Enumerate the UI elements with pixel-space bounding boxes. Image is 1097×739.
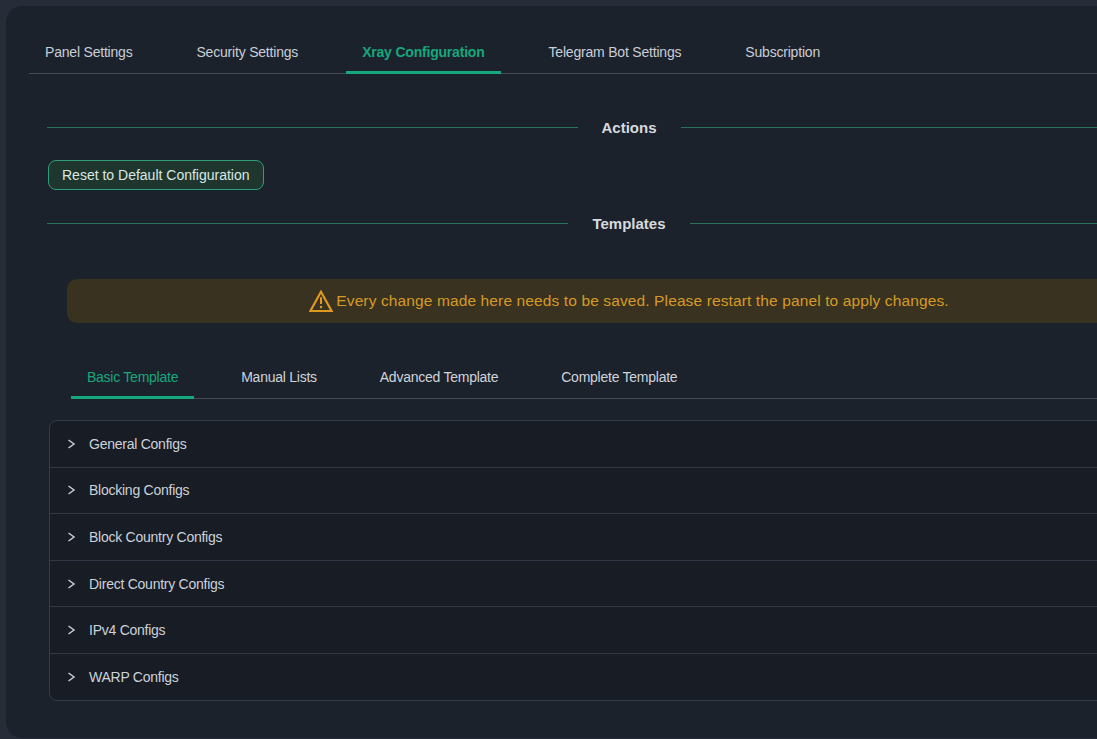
divider-line (47, 127, 578, 128)
templates-divider: Templates (47, 215, 1097, 231)
collapse-panel-blocking-configs: Blocking Configs (50, 467, 1097, 514)
template-collapse-list: General Configs Blocking Configs Block C… (49, 420, 1097, 701)
collapse-panel-direct-country-configs: Direct Country Configs (50, 560, 1097, 607)
warning-alert: Every change made here needs to be saved… (67, 279, 1097, 323)
collapse-panel-label: WARP Configs (89, 669, 179, 685)
collapse-panel-ipv4-configs: IPv4 Configs (50, 606, 1097, 653)
tab-advanced-template[interactable]: Advanced Template (364, 358, 514, 398)
collapse-panel-warp-configs: WARP Configs (50, 653, 1097, 700)
divider-line (690, 223, 1097, 224)
tab-manual-lists[interactable]: Manual Lists (225, 358, 333, 398)
chevron-right-icon (67, 484, 76, 496)
collapse-panel-label: IPv4 Configs (89, 622, 165, 638)
tab-security-settings[interactable]: Security Settings (180, 33, 314, 73)
tab-panel-settings[interactable]: Panel Settings (29, 33, 148, 73)
tab-telegram-bot-settings[interactable]: Telegram Bot Settings (533, 33, 698, 73)
collapse-panel-label: General Configs (89, 436, 186, 452)
collapse-panel-general-configs: General Configs (50, 421, 1097, 467)
collapse-panel-label: Direct Country Configs (89, 576, 224, 592)
template-tab-bar: Basic Template Manual Lists Advanced Tem… (71, 358, 1097, 399)
chevron-right-icon (67, 438, 76, 450)
collapse-header-general-configs[interactable]: General Configs (50, 421, 1097, 467)
collapse-panel-block-country-configs: Block Country Configs (50, 513, 1097, 560)
collapse-header-direct-country-configs[interactable]: Direct Country Configs (50, 561, 1097, 607)
reset-to-default-button[interactable]: Reset to Default Configuration (48, 160, 264, 190)
collapse-header-ipv4-configs[interactable]: IPv4 Configs (50, 607, 1097, 653)
chevron-right-icon (67, 671, 76, 683)
tab-subscription[interactable]: Subscription (729, 33, 836, 73)
reset-to-default-button-label: Reset to Default Configuration (62, 167, 250, 183)
collapse-header-warp-configs[interactable]: WARP Configs (50, 654, 1097, 700)
tab-xray-configuration[interactable]: Xray Configuration (346, 33, 500, 73)
settings-card: Panel Settings Security Settings Xray Co… (6, 6, 1097, 738)
actions-divider: Actions (47, 119, 1097, 135)
collapse-header-blocking-configs[interactable]: Blocking Configs (50, 468, 1097, 514)
collapse-header-block-country-configs[interactable]: Block Country Configs (50, 514, 1097, 560)
divider-line (47, 223, 568, 224)
actions-section-title: Actions (578, 119, 681, 136)
settings-tab-bar: Panel Settings Security Settings Xray Co… (29, 33, 1097, 74)
warning-triangle-icon (309, 290, 333, 313)
warning-alert-message: Every change made here needs to be saved… (336, 292, 948, 310)
templates-section-title: Templates (568, 215, 689, 232)
chevron-right-icon (67, 531, 76, 543)
divider-line (681, 127, 1097, 128)
collapse-panel-label: Block Country Configs (89, 529, 222, 545)
chevron-right-icon (67, 578, 76, 590)
tab-basic-template[interactable]: Basic Template (71, 358, 194, 398)
chevron-right-icon (67, 624, 76, 636)
tab-complete-template[interactable]: Complete Template (545, 358, 693, 398)
collapse-panel-label: Blocking Configs (89, 482, 189, 498)
